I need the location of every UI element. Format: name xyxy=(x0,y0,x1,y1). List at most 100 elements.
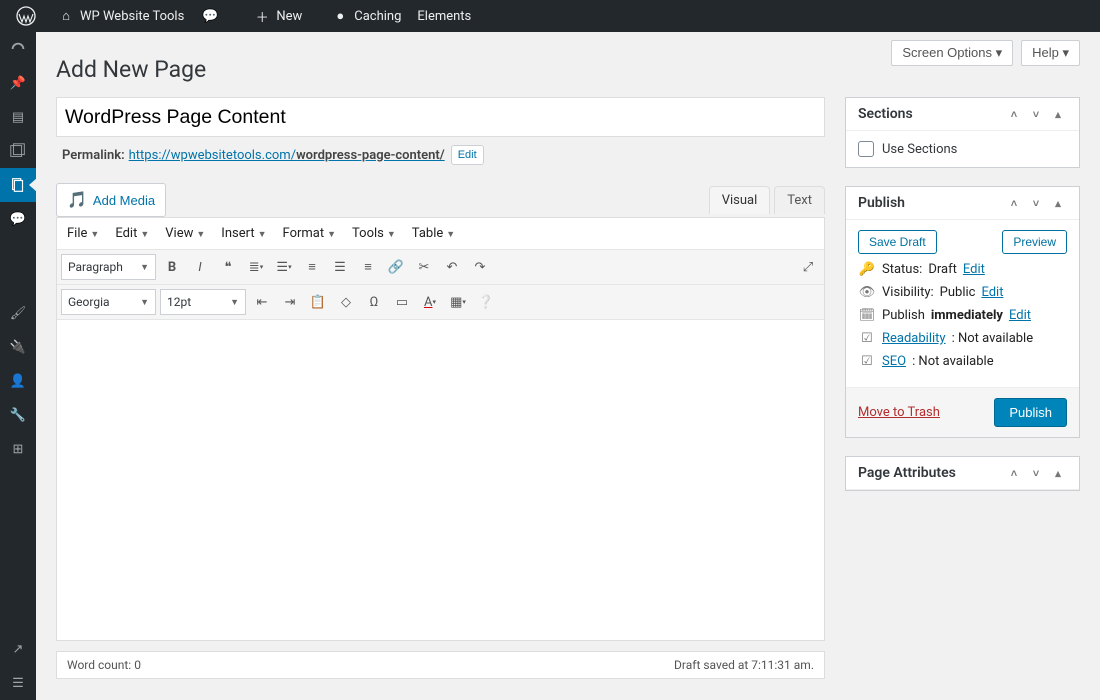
indent-button[interactable]: ⇥ xyxy=(278,290,302,314)
font-size-select[interactable]: 12pt▼ xyxy=(160,289,246,315)
undo-button[interactable]: ↶ xyxy=(440,255,464,279)
tab-visual[interactable]: Visual xyxy=(709,186,771,214)
move-to-trash-link[interactable]: Move to Trash xyxy=(858,405,940,420)
box-toggle-icon[interactable]: ▴ xyxy=(1049,197,1067,210)
new-content[interactable]: ＋New xyxy=(244,0,310,32)
menu-posts[interactable]: 📌 xyxy=(0,66,36,100)
wp-logo[interactable] xyxy=(8,0,48,32)
tab-text[interactable]: Text xyxy=(774,186,825,214)
draft-saved: Draft saved at 7:11:31 am. xyxy=(674,658,814,672)
menu-appearance[interactable]: 🖌 xyxy=(0,296,36,330)
cache-toggle[interactable]: ●Caching xyxy=(322,0,409,32)
menu-other[interactable]: ☰ xyxy=(0,666,36,700)
add-media-button[interactable]: 🎵 Add Media xyxy=(56,183,166,217)
screen-options-button[interactable]: Screen Options xyxy=(891,40,1013,66)
menu-file[interactable]: File▼ xyxy=(63,224,103,243)
publish-title: Publish xyxy=(858,195,905,211)
menu-insert[interactable]: Insert▼ xyxy=(217,224,270,243)
admin-toolbar: ⌂ WP Website Tools 💬 ＋New ●Caching Elemen… xyxy=(0,0,1100,32)
italic-button[interactable]: I xyxy=(188,255,212,279)
permalink-link[interactable]: https://wpwebsitetools.com/wordpress-pag… xyxy=(129,148,445,163)
text-color-button[interactable]: A▾ xyxy=(418,290,442,314)
outdent-button[interactable]: ⇤ xyxy=(250,290,274,314)
font-family-select[interactable]: Georgia▼ xyxy=(61,289,156,315)
menu-view[interactable]: View▼ xyxy=(161,224,209,243)
box-down-icon[interactable]: ˅ xyxy=(1027,197,1045,210)
redo-button[interactable]: ↷ xyxy=(468,255,492,279)
help-button[interactable]: Help xyxy=(1021,40,1080,66)
use-sections-checkbox[interactable]: Use Sections xyxy=(858,141,1067,157)
preview-button[interactable]: Preview xyxy=(1002,230,1067,254)
read-more-button[interactable]: ▭ xyxy=(390,290,414,314)
site-name: WP Website Tools xyxy=(80,9,184,24)
box-up-icon[interactable]: ˄ xyxy=(1005,467,1023,480)
quote-button[interactable]: ❝ xyxy=(216,255,240,279)
menu-table[interactable]: Table▼ xyxy=(408,224,459,243)
box-toggle-icon[interactable]: ▴ xyxy=(1049,108,1067,121)
readability-link[interactable]: Readability xyxy=(882,331,946,346)
wordpress-icon xyxy=(16,6,36,26)
menu-tools[interactable]: Tools▼ xyxy=(348,224,400,243)
special-char-button[interactable]: Ω xyxy=(362,290,386,314)
word-count: Word count: 0 xyxy=(67,658,141,672)
table-button[interactable]: ▦▾ xyxy=(446,290,470,314)
editor-toolbar-2: Georgia▼ 12pt▼ ⇤ ⇥ 📋 ◇ Ω ▭ A▾ ▦▾ ❔ xyxy=(57,285,824,320)
site-link[interactable]: ⌂ WP Website Tools xyxy=(48,0,192,32)
box-up-icon[interactable]: ˄ xyxy=(1005,197,1023,210)
home-icon: ⌂ xyxy=(56,6,76,26)
bullet-list-button[interactable]: ≣▾ xyxy=(244,255,268,279)
menu-cpt[interactable]: ▤ xyxy=(0,100,36,134)
menu-settings[interactable]: ⊞ xyxy=(0,432,36,466)
editor-canvas[interactable] xyxy=(57,320,824,640)
edit-schedule-link[interactable]: Edit xyxy=(1009,308,1031,323)
dot-icon: ● xyxy=(330,6,350,26)
menu-collapse[interactable]: ↗ xyxy=(0,632,36,666)
seo-icon: ☑ xyxy=(858,354,876,369)
box-down-icon[interactable]: ˅ xyxy=(1027,108,1045,121)
menu-tools[interactable]: 🔧 xyxy=(0,398,36,432)
block-format-select[interactable]: Paragraph▼ xyxy=(61,254,156,280)
box-up-icon[interactable]: ˄ xyxy=(1005,108,1023,121)
comment-icon: 💬 xyxy=(200,6,220,26)
menu-format[interactable]: Format▼ xyxy=(279,224,341,243)
page-attributes-postbox: Page Attributes ˄ ˅ ▴ xyxy=(845,456,1080,491)
unlink-button[interactable]: ✂ xyxy=(412,255,436,279)
edit-visibility-link[interactable]: Edit xyxy=(981,285,1003,300)
align-center-button[interactable]: ☰ xyxy=(328,255,352,279)
menu-dashboard[interactable] xyxy=(0,32,36,66)
page-attributes-title: Page Attributes xyxy=(858,465,956,481)
paste-button[interactable]: 📋 xyxy=(306,290,330,314)
link-button[interactable]: 🔗 xyxy=(384,255,408,279)
elements-link[interactable]: Elements xyxy=(409,0,479,32)
align-left-button[interactable]: ≡ xyxy=(300,255,324,279)
permalink-line: Permalink: https://wpwebsitetools.com/wo… xyxy=(56,137,825,165)
fullscreen-button[interactable]: ⤢ xyxy=(796,255,820,279)
eye-icon: 👁 xyxy=(858,285,876,300)
box-toggle-icon[interactable]: ▴ xyxy=(1049,467,1067,480)
post-title-input[interactable] xyxy=(56,97,825,137)
box-down-icon[interactable]: ˅ xyxy=(1027,467,1045,480)
calendar-icon: 🗓 xyxy=(858,308,876,323)
comments-link[interactable]: 💬 xyxy=(192,0,232,32)
help-icon-button[interactable]: ❔ xyxy=(474,290,498,314)
menu-edit[interactable]: Edit▼ xyxy=(111,224,153,243)
menu-users[interactable]: 👤 xyxy=(0,364,36,398)
clear-format-button[interactable]: ◇ xyxy=(334,290,358,314)
menu-media[interactable] xyxy=(0,134,36,168)
menu-plugins[interactable]: 🔌 xyxy=(0,330,36,364)
checkbox-icon xyxy=(858,141,874,157)
publish-button[interactable]: Publish xyxy=(994,398,1067,427)
menu-pages[interactable] xyxy=(0,168,36,202)
permalink-edit-button[interactable]: Edit xyxy=(451,145,484,165)
save-draft-button[interactable]: Save Draft xyxy=(858,230,937,254)
menu-comments[interactable]: 💬 xyxy=(0,202,36,236)
key-icon: 🔑 xyxy=(858,262,876,277)
edit-status-link[interactable]: Edit xyxy=(963,262,985,277)
seo-link[interactable]: SEO xyxy=(882,354,906,369)
bold-button[interactable]: B xyxy=(160,255,184,279)
permalink-label: Permalink: xyxy=(62,148,125,163)
number-list-button[interactable]: ☰▾ xyxy=(272,255,296,279)
editor-toolbar-1: Paragraph▼ B I ❝ ≣▾ ☰▾ ≡ ☰ ≡ 🔗 ✂ ↶ ↷ ⤢ xyxy=(57,250,824,285)
editor-footer: Word count: 0 Draft saved at 7:11:31 am. xyxy=(56,651,825,679)
align-right-button[interactable]: ≡ xyxy=(356,255,380,279)
